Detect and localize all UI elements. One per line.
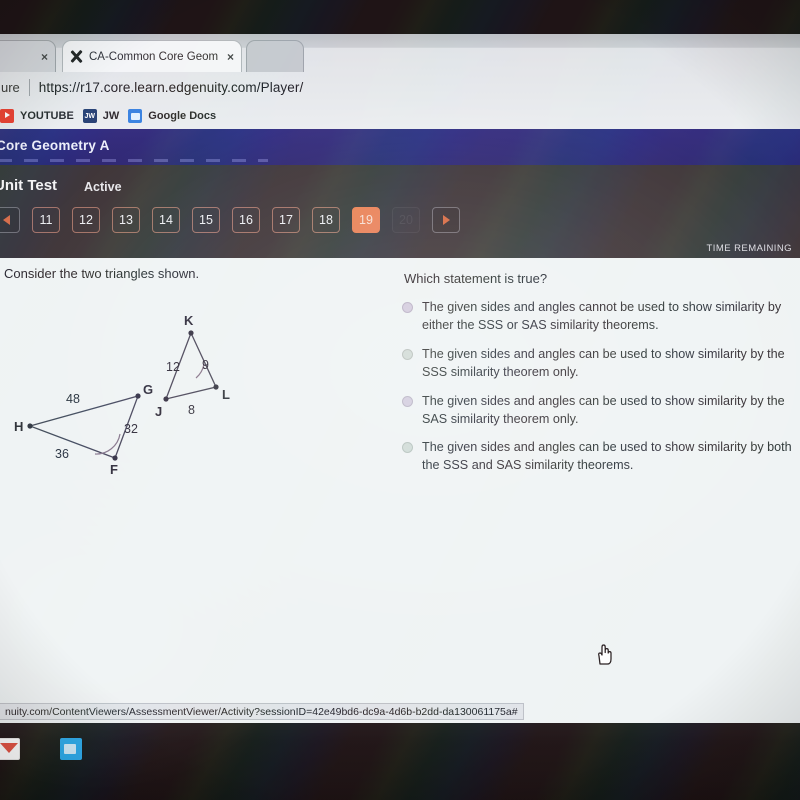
taskbar (0, 723, 800, 775)
bookmark-youtube[interactable]: YOUTUBE (0, 109, 83, 123)
radio-button-d[interactable] (402, 442, 413, 454)
vertex-label-J: J (155, 404, 162, 419)
vertex-label-F: F (110, 462, 118, 477)
answer-choice-b-text: The given sides and angles can be used t… (422, 346, 785, 379)
question-button-20-disabled: 20 (392, 207, 420, 233)
browser-tab-2-active[interactable]: CA-Common Core Geom × (62, 40, 242, 72)
answer-choice-a[interactable]: The given sides and angles cannot be use… (402, 298, 792, 334)
browser-status-bar: nuity.com/ContentViewers/AssessmentViewe… (0, 703, 524, 720)
answer-choice-b[interactable]: The given sides and angles can be used t… (402, 345, 792, 381)
browser-tab-3[interactable] (246, 40, 304, 72)
question-button-13[interactable]: 13 (112, 207, 140, 233)
vertex-G-dot (135, 393, 141, 399)
address-bar[interactable]: ure https://r17.core.learn.edgenuity.com… (0, 73, 800, 101)
bookmark-google-docs[interactable]: Google Docs (128, 109, 225, 123)
question-button-18[interactable]: 18 (312, 207, 340, 233)
side-label-KJ: 12 (166, 360, 180, 374)
jw-icon (82, 109, 97, 123)
question-button-11[interactable]: 11 (32, 207, 60, 233)
google-docs-icon[interactable] (60, 738, 82, 760)
radio-button-b[interactable] (402, 348, 413, 360)
x-mark-icon (70, 50, 83, 63)
assignment-status-label: Active (84, 180, 122, 194)
answer-choice-c[interactable]: The given sides and angles can be used t… (402, 392, 792, 428)
assignment-navbar: Unit Test Active 11 12 13 14 15 16 17 18… (0, 165, 800, 274)
prev-question-button[interactable] (0, 207, 20, 233)
browser-tabstrip: iussis × CA-Common Core Geom × (0, 34, 800, 72)
side-label-JL: 8 (188, 403, 195, 417)
google-docs-icon (128, 109, 143, 123)
browser-status-url: nuity.com/ContentViewers/AssessmentViewe… (5, 705, 518, 718)
bookmark-jw[interactable]: JW (82, 109, 129, 123)
browser-tab-2-label: CA-Common Core Geom (89, 50, 219, 63)
bookmark-youtube-label: YOUTUBE (20, 110, 74, 122)
time-remaining-label: TIME REMAINING (706, 243, 792, 254)
address-bar-url: https://r17.core.learn.edgenuity.com/Pla… (38, 79, 304, 95)
triangles-figure: H G F 48 36 32 K J L 12 9 8 (14, 313, 230, 477)
radio-button-c[interactable] (402, 395, 413, 407)
answer-choice-d-text: The given sides and angles can be used t… (422, 440, 792, 473)
vertex-F-dot (112, 455, 118, 461)
browser-tab-1[interactable]: iussis × (0, 40, 56, 72)
vertex-label-K: K (184, 313, 194, 328)
triangle-HGF-path (27, 395, 140, 459)
close-icon[interactable]: × (41, 51, 48, 63)
side-label-HG: 48 (66, 392, 80, 406)
close-icon[interactable]: × (227, 51, 234, 63)
question-prompt: Consider the two triangles shown. (4, 266, 200, 281)
question-button-12[interactable]: 12 (72, 207, 100, 233)
question-stem: Which statement is true? (404, 271, 548, 286)
question-content: Consider the two triangles shown. Which … (0, 258, 800, 800)
question-button-15[interactable]: 15 (192, 207, 220, 233)
angle-arc-F (94, 433, 121, 455)
question-button-19-current[interactable]: 19 (352, 207, 380, 233)
triangle-right-icon (442, 215, 450, 225)
vertex-J-dot (163, 396, 169, 402)
course-title: Core Geometry A (0, 138, 110, 153)
question-button-17[interactable]: 17 (272, 207, 300, 233)
question-button-14[interactable]: 14 (152, 207, 180, 233)
next-question-button[interactable] (432, 207, 460, 233)
hand-cursor (598, 644, 612, 665)
vertex-label-G: G (143, 382, 153, 397)
answer-choice-c-text: The given sides and angles can be used t… (422, 393, 785, 426)
vertex-K-dot (188, 330, 194, 336)
monitor-photo: iussis × CA-Common Core Geom × ure https… (0, 0, 800, 800)
vertex-label-H: H (14, 419, 23, 434)
bookmark-google-docs-label: Google Docs (148, 110, 217, 122)
bookmarks-bar: YOUTUBE JW Google Docs (0, 103, 800, 129)
side-label-KL: 9 (202, 358, 209, 372)
answer-choice-a-text: The given sides and angles cannot be use… (422, 300, 782, 333)
address-bar-divider (28, 78, 30, 96)
radio-button-a[interactable] (402, 302, 413, 313)
side-label-HF: 36 (55, 447, 69, 461)
answer-choices: The given sides and angles cannot be use… (402, 298, 792, 485)
bookmark-jw-label: JW (102, 110, 120, 122)
banner-dotted-divider (0, 159, 268, 162)
vertex-label-L: L (222, 387, 230, 402)
youtube-icon (0, 109, 14, 123)
answer-choice-d[interactable]: The given sides and angles can be used t… (402, 438, 792, 474)
gmail-icon[interactable] (0, 738, 20, 760)
browser-chrome: iussis × CA-Common Core Geom × ure https… (0, 34, 800, 129)
question-number-nav: 11 12 13 14 15 16 17 18 19 20 (0, 207, 472, 233)
address-bar-prefix: ure (1, 79, 20, 95)
question-button-16[interactable]: 16 (232, 207, 260, 233)
assignment-label: Unit Test (0, 177, 58, 194)
edgenuity-player: Core Geometry A Unit Test Active 11 12 1… (0, 129, 800, 800)
monitor-bezel-top (0, 0, 800, 34)
side-label-GF: 32 (124, 422, 138, 436)
course-banner: Core Geometry A (0, 129, 800, 165)
vertex-H-dot (27, 423, 33, 429)
vertex-L-dot (213, 384, 219, 390)
triangle-left-icon (2, 215, 10, 225)
